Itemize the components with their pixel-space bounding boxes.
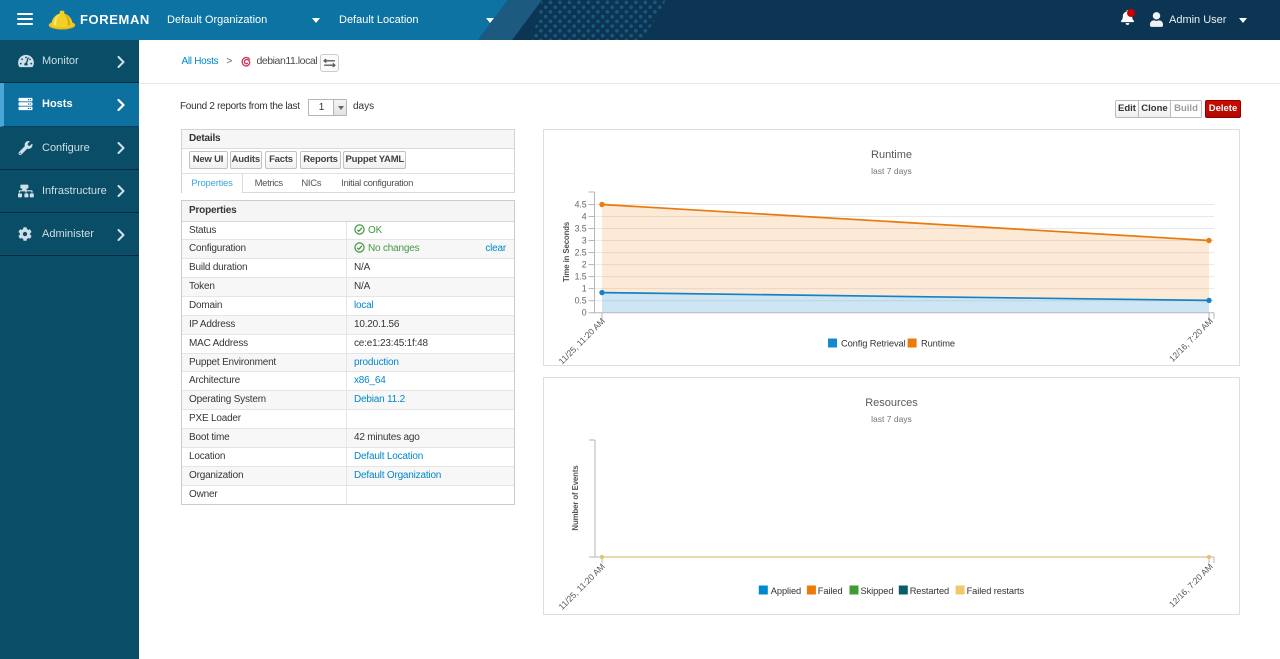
svg-text:2.5: 2.5	[575, 248, 587, 258]
svg-text:3: 3	[582, 236, 587, 246]
svg-text:12/16, 7:20 AM: 12/16, 7:20 AM	[1167, 561, 1215, 609]
svg-text:Config Retrieval: Config Retrieval	[841, 339, 906, 349]
svg-text:Applied: Applied	[771, 586, 801, 596]
svg-text:Skipped: Skipped	[861, 586, 894, 596]
svg-text:Restarted: Restarted	[910, 586, 949, 596]
svg-text:Failed: Failed	[818, 586, 843, 596]
svg-text:Number of Events: Number of Events	[571, 465, 580, 531]
svg-text:0.5: 0.5	[575, 296, 587, 306]
svg-text:12/16, 7:20 AM: 12/16, 7:20 AM	[1167, 316, 1215, 364]
svg-text:1.5: 1.5	[575, 272, 587, 282]
svg-text:4: 4	[582, 212, 587, 222]
svg-text:1: 1	[582, 284, 587, 294]
svg-text:3.5: 3.5	[575, 224, 587, 234]
svg-text:2: 2	[582, 260, 587, 270]
svg-text:Failed restarts: Failed restarts	[967, 586, 1025, 596]
svg-text:0: 0	[582, 308, 587, 318]
svg-text:Runtime: Runtime	[921, 339, 955, 349]
svg-text:Time in Seconds: Time in Seconds	[562, 221, 571, 282]
svg-text:11/25, 11:20 AM: 11/25, 11:20 AM	[556, 316, 606, 365]
svg-text:11/25, 11:20 AM: 11/25, 11:20 AM	[556, 561, 606, 611]
svg-text:4.5: 4.5	[575, 200, 587, 210]
